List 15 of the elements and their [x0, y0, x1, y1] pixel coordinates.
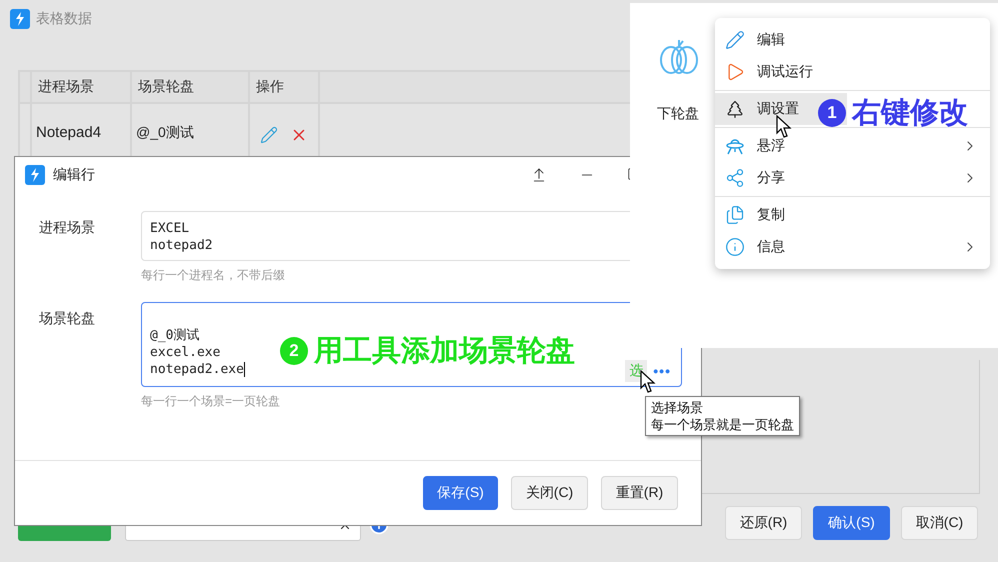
annotation-label: 右键修改 — [852, 96, 968, 131]
column-header: 进程场景 — [32, 72, 132, 104]
field-label: 场景轮盘 — [39, 309, 96, 328]
table-cell-text: Notepad4 — [36, 124, 102, 141]
column-header: 操作 — [250, 72, 320, 104]
dialog-title: 编辑行 — [53, 166, 95, 184]
annotation-label: 用工具添加场景轮盘 — [314, 334, 575, 369]
wheel-label: 下轮盘 — [657, 105, 699, 123]
field-label: 进程场景 — [39, 218, 96, 237]
window-title: 表格数据 — [36, 10, 92, 28]
field-hint: 每行一个进程名，不带后缀 — [141, 267, 285, 284]
table-cell-text: @_0测试 — [136, 124, 195, 141]
column-header: 场景轮盘 — [132, 72, 250, 104]
field-hint: 每一行一个场景=一页轮盘 — [141, 393, 280, 410]
tooltip: 选择场景 每一个场景就是一页轮盘 — [645, 396, 800, 436]
